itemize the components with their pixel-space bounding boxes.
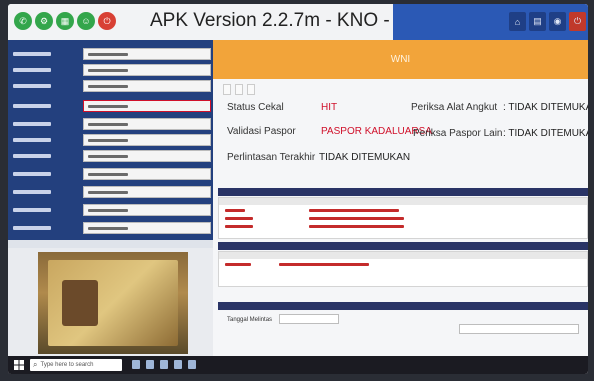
passport-section-header — [218, 242, 588, 250]
cekal-table — [218, 197, 588, 239]
traveller-form-panel — [8, 40, 213, 240]
passport-portrait — [62, 280, 98, 326]
check-result-panel: WNI Status Cekal HIT Periksa Alat Angkut… — [213, 40, 588, 374]
form-row-input[interactable] — [83, 80, 211, 92]
taskbar-app[interactable] — [188, 360, 196, 369]
screen: ✆ ⚙ ▦ ☺ ⏻ APK Version 2.2.7m - KNO - KED… — [8, 4, 588, 374]
taskbar-app[interactable] — [132, 360, 140, 369]
validasi-paspor-label: Validasi Paspor — [227, 126, 296, 137]
form-row-label — [13, 169, 73, 179]
form-row-label — [13, 135, 73, 145]
form-row-input[interactable] — [83, 118, 211, 130]
form-row — [13, 186, 211, 199]
form-row — [13, 48, 211, 61]
toolbar-right: ⌂ ▤ ◉ ⏻ — [393, 4, 588, 40]
form-row — [13, 222, 211, 235]
passport-table — [218, 251, 588, 287]
search-icon: ⌕ — [33, 360, 38, 369]
search-placeholder: Type here to search — [40, 362, 94, 368]
form-row — [13, 80, 211, 93]
form-row-label — [13, 187, 73, 197]
cekal-section-header — [218, 188, 588, 196]
logout-icon[interactable]: ⏻ — [569, 12, 586, 31]
perlintasan-value: TIDAK DITEMUKAN — [319, 152, 411, 163]
form-row — [13, 204, 211, 217]
passport-photo — [38, 252, 188, 354]
status-cekal-label: Status Cekal — [227, 102, 284, 113]
form-row-label — [13, 49, 73, 59]
form-row-input[interactable] — [83, 186, 211, 198]
form-row — [13, 134, 211, 147]
camera-icon[interactable]: ◉ — [549, 12, 566, 31]
taskbar: ⌕ Type here to search — [8, 356, 588, 374]
periksa-alat-label: Periksa Alat Angkut — [411, 102, 498, 113]
perlintasan-label: Perlintasan Terakhir — [227, 152, 316, 163]
citizenship-label: WNI — [390, 54, 411, 65]
status-cekal-value: HIT — [321, 102, 338, 113]
periksa-alat-value: : TIDAK DITEMUKAN — [503, 102, 588, 113]
form-row-input[interactable] — [83, 150, 211, 162]
tab-2[interactable] — [235, 84, 243, 95]
form-row-input[interactable] — [83, 134, 211, 146]
periksa-paspor-value: : TIDAK DITEMUKAN — [503, 128, 588, 139]
form-row-label — [13, 151, 73, 161]
taskbar-app[interactable] — [174, 360, 182, 369]
tab-1[interactable] — [223, 84, 231, 95]
table-row[interactable] — [225, 209, 245, 212]
tanggal-input[interactable] — [279, 314, 339, 324]
table-row[interactable] — [225, 217, 253, 220]
tanggal-label: Tanggal Melintas — [227, 317, 273, 323]
form-row-label — [13, 205, 73, 215]
form-section-header — [218, 302, 588, 310]
windows-start-icon[interactable] — [14, 360, 24, 370]
gear-icon[interactable]: ⚙ — [35, 12, 53, 30]
form-row — [13, 64, 211, 77]
form-row-label — [13, 119, 73, 129]
phone-icon[interactable]: ✆ — [14, 12, 32, 30]
doc-icon[interactable]: ▤ — [529, 12, 546, 31]
title-bar: ✆ ⚙ ▦ ☺ ⏻ APK Version 2.2.7m - KNO - KED… — [8, 4, 588, 40]
cekal-table-header — [219, 198, 587, 205]
user-icon[interactable]: ☺ — [77, 12, 95, 30]
form-row-input[interactable] — [83, 100, 211, 112]
form-row-input[interactable] — [83, 64, 211, 76]
taskbar-app[interactable] — [146, 360, 154, 369]
form-row — [13, 100, 211, 113]
passport-page — [48, 260, 178, 346]
power-icon[interactable]: ⏻ — [98, 12, 116, 30]
form-row — [13, 118, 211, 131]
table-row[interactable] — [225, 263, 251, 266]
form-row-label — [13, 223, 73, 233]
table-row[interactable] — [225, 225, 253, 228]
document-tabs[interactable] — [8, 240, 213, 248]
grid-icon[interactable]: ▦ — [56, 12, 74, 30]
alat-angkut-select[interactable] — [459, 324, 579, 334]
citizenship-banner: WNI — [213, 40, 588, 79]
form-row-label — [13, 65, 73, 75]
result-tabs[interactable] — [223, 84, 255, 95]
form-row-input[interactable] — [83, 222, 211, 234]
form-row — [13, 150, 211, 163]
form-row — [13, 168, 211, 181]
form-row-input[interactable] — [83, 48, 211, 60]
passport-table-header — [219, 252, 587, 259]
home-icon[interactable]: ⌂ — [509, 12, 526, 31]
periksa-paspor-label: Periksa Paspor Lain — [413, 128, 503, 139]
form-row-input[interactable] — [83, 168, 211, 180]
form-row-label — [13, 81, 73, 91]
taskbar-app[interactable] — [160, 360, 168, 369]
taskbar-search[interactable]: ⌕ Type here to search — [30, 359, 122, 371]
tab-3[interactable] — [247, 84, 255, 95]
form-row-input[interactable] — [83, 204, 211, 216]
form-row-label — [13, 101, 73, 111]
